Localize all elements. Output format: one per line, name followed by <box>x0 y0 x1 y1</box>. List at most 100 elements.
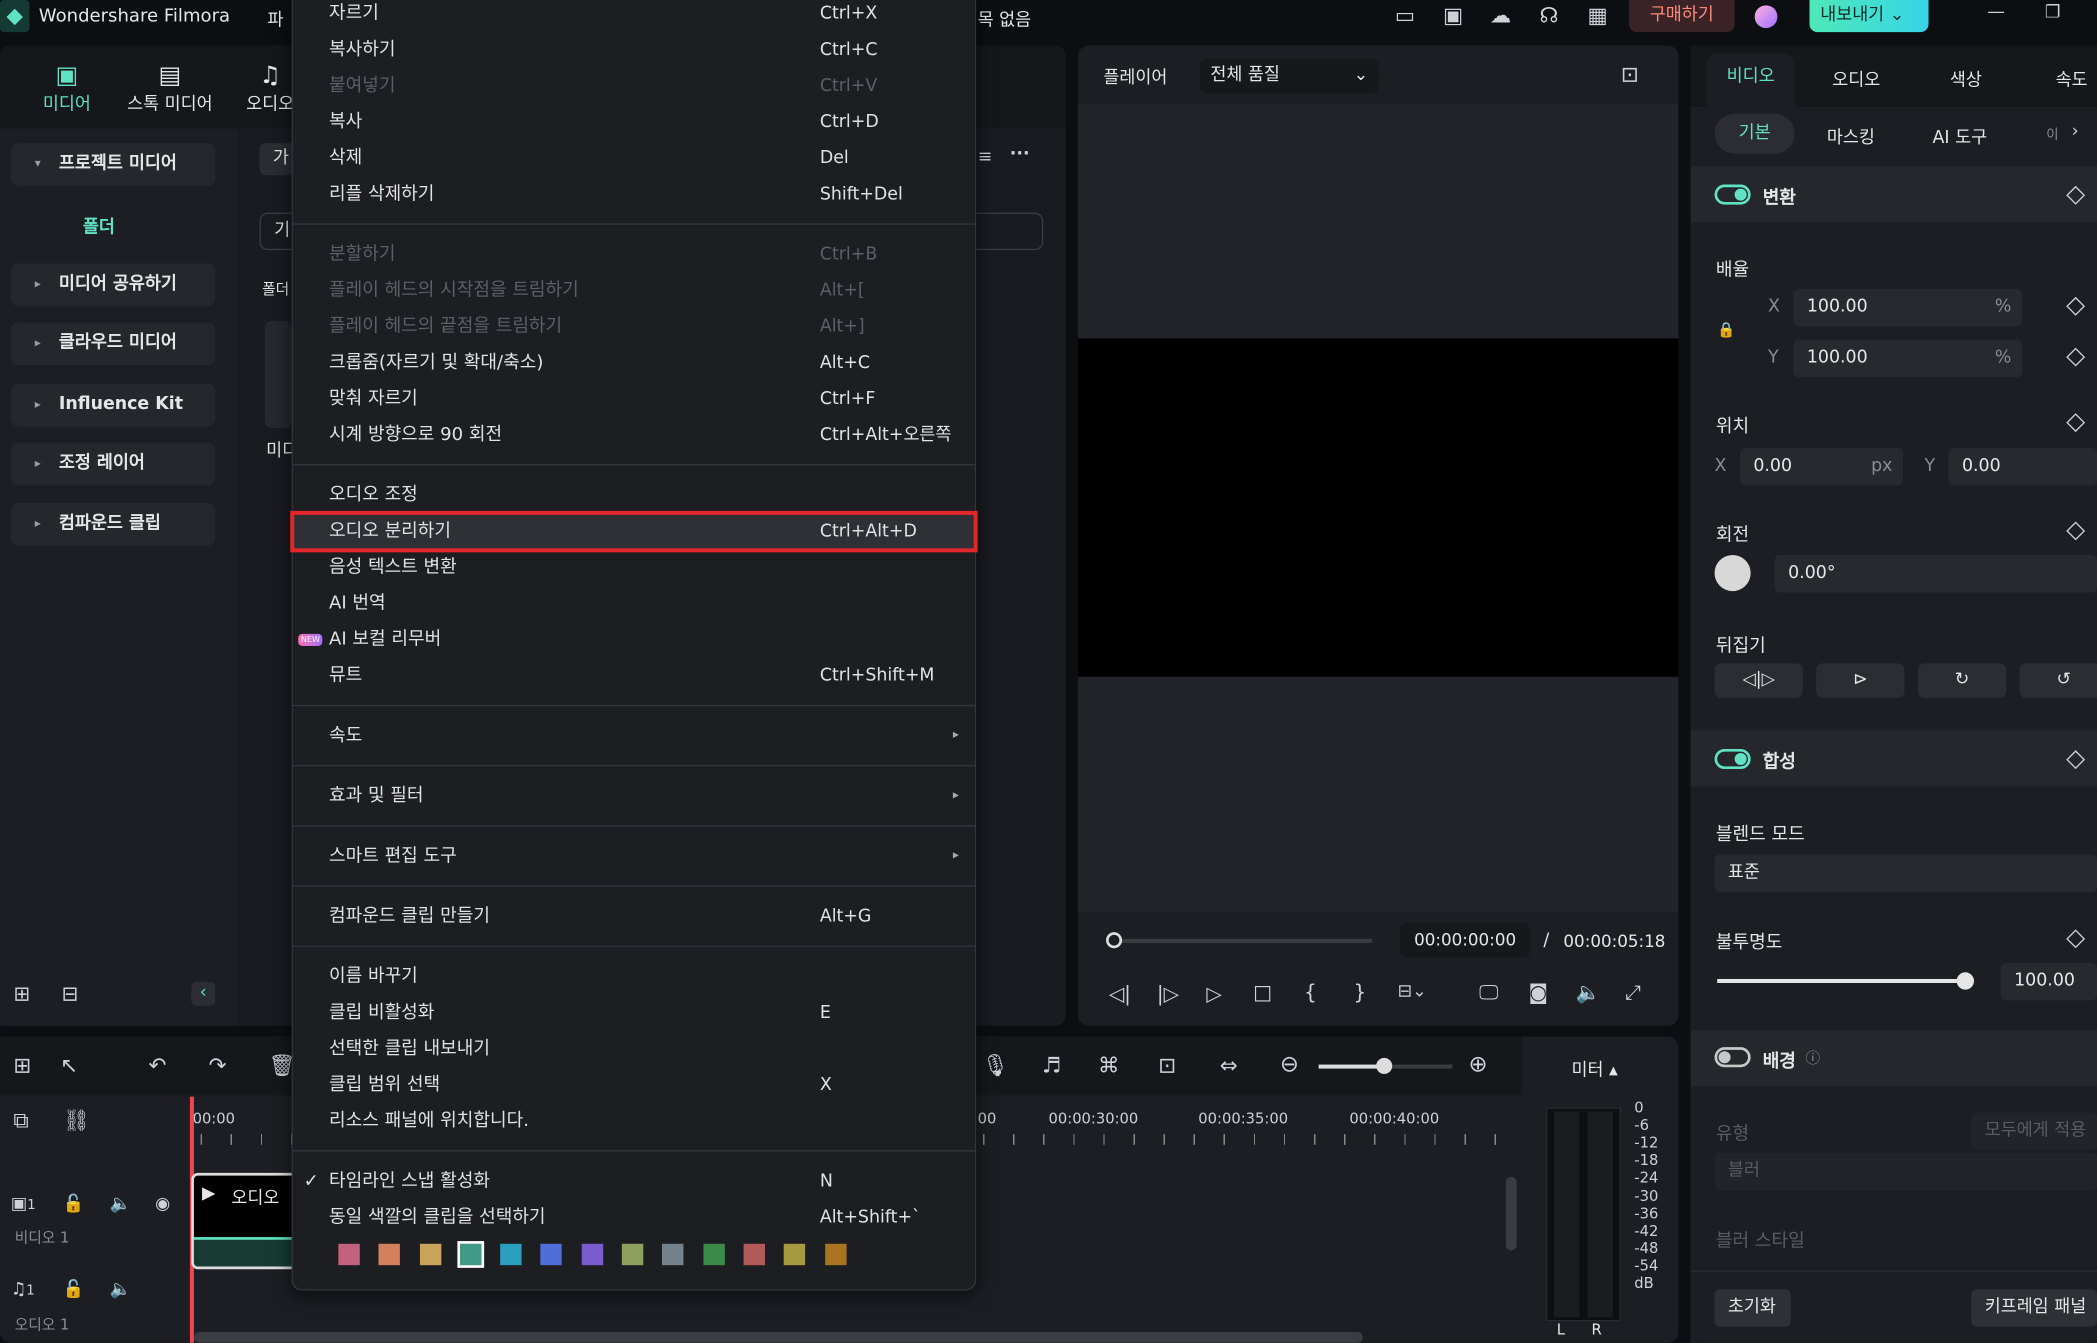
menu-item[interactable]: 오디오 분리하기 Ctrl+Alt+D <box>290 510 978 553</box>
sidebar-item-cloud-media[interactable]: 클라우드 미디어 <box>10 322 216 366</box>
insert-icon[interactable]: ⊟⌄ <box>1398 982 1427 1002</box>
file-menu[interactable]: 파 <box>267 5 283 31</box>
seek-bar[interactable] <box>1112 938 1373 943</box>
tab-video[interactable]: 비디오 <box>1706 53 1795 110</box>
fullscreen-icon[interactable]: ⤢ <box>1625 980 1641 1004</box>
grid-apps-icon[interactable]: ▦ <box>1587 3 1607 28</box>
menu-item[interactable]: 클립 비활성화 E <box>293 995 975 1031</box>
chevron-right-icon[interactable]: › <box>2072 122 2079 142</box>
menu-item[interactable]: NEW AI 보컬 리무버 <box>293 622 975 658</box>
headset-icon[interactable]: ☊ <box>1539 3 1558 28</box>
help-icon[interactable]: ⓘ <box>1805 1047 1820 1068</box>
color-swatch[interactable] <box>621 1243 644 1265</box>
play-icon[interactable]: ▷ <box>1206 982 1221 1006</box>
tab-audio[interactable]: ♫ 오디오 <box>243 62 296 115</box>
color-swatch[interactable] <box>743 1243 765 1265</box>
layout-icon[interactable]: ▭ <box>1395 3 1415 28</box>
color-swatch[interactable] <box>662 1243 684 1265</box>
rotation-input[interactable]: 0.00° <box>1774 555 2097 593</box>
collapse-sidebar-button[interactable]: ‹ <box>191 981 216 1006</box>
color-swatch[interactable] <box>457 1240 484 1268</box>
zoom-handle[interactable] <box>1376 1057 1393 1074</box>
rotate-left-button[interactable]: ↺ <box>2019 663 2097 699</box>
scope-icon[interactable]: ⊡ <box>1621 62 1639 87</box>
mark-in-icon[interactable]: { <box>1304 980 1317 1004</box>
sidebar-item-media-share[interactable]: 미디어 공유하기 <box>10 263 216 307</box>
fit-timeline-icon[interactable]: ⇔ <box>1220 1053 1238 1078</box>
color-swatch[interactable] <box>500 1243 522 1265</box>
sort-icon[interactable]: ≡ <box>978 147 993 167</box>
stop-icon[interactable]: □ <box>1253 980 1272 1004</box>
blur-dropdown[interactable]: 블러 <box>1714 1152 2097 1191</box>
delete-folder-icon[interactable]: ⊟ <box>62 982 79 1006</box>
tab-audio-props[interactable]: 오디오 <box>1832 66 1880 91</box>
prev-frame-icon[interactable]: ◁| <box>1109 982 1131 1006</box>
menu-item[interactable]: 이름 바꾸기 <box>293 959 975 995</box>
color-swatch[interactable] <box>581 1243 603 1265</box>
ai-detect-icon[interactable]: ⌘ <box>1098 1053 1119 1078</box>
sidebar-item-compound-clip[interactable]: 컴파운드 클립 <box>10 502 216 546</box>
microphone-icon[interactable]: 🎙 <box>982 1053 1009 1078</box>
menu-item[interactable]: 시계 방향으로 90 회전 Ctrl+Alt+오른쪽 <box>293 417 975 453</box>
tab-speed[interactable]: 속도 <box>2056 66 2097 91</box>
position-x-input[interactable]: 0.00 px <box>1739 448 1904 486</box>
sidebar-item-influence-kit[interactable]: Influence Kit <box>10 383 216 427</box>
restore-icon[interactable]: ❐ <box>2045 3 2061 23</box>
color-swatch[interactable] <box>824 1243 846 1265</box>
color-swatch[interactable] <box>338 1243 360 1265</box>
transform-toggle[interactable] <box>1714 184 1751 205</box>
menu-item[interactable]: 뮤트 Ctrl+Shift+M <box>293 658 975 694</box>
display-icon[interactable]: 🖵 <box>1479 980 1498 1004</box>
menu-item[interactable]: 복사 Ctrl+D <box>293 104 975 140</box>
eye-icon[interactable]: ◉ <box>155 1194 170 1214</box>
keyframe-panel-button[interactable]: 키프레임 패널 <box>1971 1289 2097 1327</box>
sidebar-item-folder[interactable]: 폴더 <box>83 213 115 238</box>
redo-icon[interactable]: ↷ <box>209 1053 227 1078</box>
menu-item[interactable]: 오디오 조정 <box>293 477 975 513</box>
flip-horizontal-button[interactable]: ◁|▷ <box>1714 663 1803 699</box>
menu-item[interactable]: 맞춰 자르기 Ctrl+F <box>293 381 975 417</box>
sidebar-item-project-media[interactable]: 프로젝트 미디어 <box>10 143 216 186</box>
opacity-slider[interactable] <box>1717 978 1965 983</box>
menu-item[interactable]: 크롭줌(자르기 및 확대/축소) Alt+C <box>293 345 975 381</box>
menu-item[interactable]: AI 번역 <box>293 586 975 622</box>
mark-out-icon[interactable]: } <box>1353 980 1366 1004</box>
menu-item[interactable]: 리소스 패널에 위치합니다. <box>293 1103 975 1139</box>
color-swatch[interactable] <box>784 1243 806 1265</box>
meter-toggle[interactable]: 미터 ▴ <box>1571 1055 1617 1081</box>
snapshot-icon[interactable]: ◙ <box>1529 980 1548 1004</box>
menu-item[interactable]: 클립 범위 선택 X <box>293 1067 975 1103</box>
color-swatch[interactable] <box>540 1243 563 1265</box>
rotate-right-button[interactable]: ↻ <box>1917 663 2007 699</box>
menu-item[interactable]: 자르기 Ctrl+X <box>293 0 975 32</box>
save-icon[interactable]: ▣ <box>1443 3 1463 28</box>
sidebar-item-adjustment-layer[interactable]: 조정 레이어 <box>10 442 216 486</box>
apply-all-button[interactable]: 모두에게 적용 <box>1971 1112 2097 1151</box>
new-folder-icon[interactable]: ⊞ <box>13 982 30 1006</box>
color-swatch[interactable] <box>703 1243 725 1265</box>
scale-y-input[interactable]: 100.00% <box>1793 339 2023 378</box>
current-time[interactable]: 00:00:00:00 <box>1400 922 1530 958</box>
blend-mode-dropdown[interactable]: 표준 <box>1714 854 2097 893</box>
link-icon[interactable]: ⛓ <box>63 1107 90 1132</box>
tab-stock-media[interactable]: ▤ 스톡 미디어 <box>120 62 219 115</box>
flip-vertical-button[interactable]: ⊳ <box>1816 663 1905 699</box>
next-frame-icon[interactable]: |▷ <box>1157 982 1179 1006</box>
opacity-input[interactable]: 100.00 <box>2000 962 2097 1001</box>
quality-dropdown[interactable]: 전체 품질 ⌄ <box>1199 58 1379 94</box>
timeline-hscroll[interactable] <box>193 1332 1363 1343</box>
background-toggle[interactable] <box>1714 1047 1751 1068</box>
menu-item[interactable]: 컴파운드 클립 만들기 Alt+G <box>293 899 975 935</box>
lock-track-icon[interactable]: 🔓 <box>63 1280 85 1300</box>
buy-button[interactable]: 구매하기 <box>1628 0 1735 33</box>
lock-track-icon[interactable]: 🔓 <box>63 1194 85 1214</box>
color-swatch[interactable] <box>378 1243 401 1265</box>
color-swatch[interactable] <box>419 1243 441 1265</box>
seek-handle[interactable] <box>1106 932 1123 949</box>
menu-item[interactable]: 효과 및 필터 ▸ <box>293 778 975 814</box>
menu-item[interactable]: 음성 텍스트 변환 <box>293 550 975 586</box>
opacity-handle[interactable] <box>1956 972 1975 990</box>
composite-toggle[interactable] <box>1714 748 1751 770</box>
reset-button[interactable]: 초기화 <box>1714 1289 1791 1327</box>
volume-icon[interactable]: 🔈 <box>1575 980 1600 1004</box>
